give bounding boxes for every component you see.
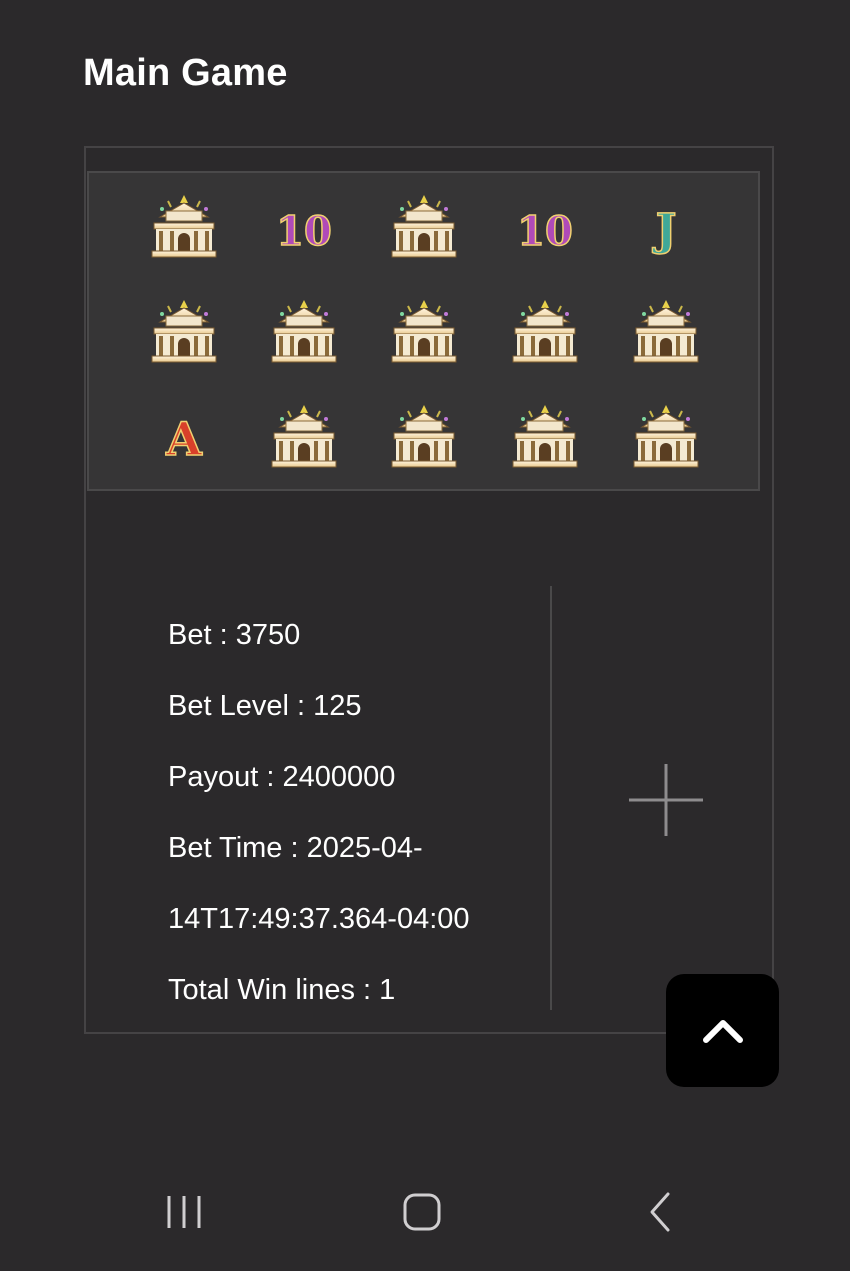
scroll-to-top-button[interactable] xyxy=(666,974,779,1087)
plus-icon xyxy=(629,764,703,836)
game-history-page: Main Game 10 10 J A Bet : 3750 Bet Level : … xyxy=(0,0,850,1271)
bet-time-continued: 14T17:49:37.364-04:00 xyxy=(168,903,470,935)
temple-icon xyxy=(391,405,457,468)
svg-text:A: A xyxy=(165,412,203,466)
back-icon xyxy=(650,1192,670,1232)
reel-symbol: 10 xyxy=(259,182,349,272)
bet-level: Bet Level : 125 xyxy=(168,690,362,722)
vertical-divider xyxy=(550,586,552,1010)
reel-symbol xyxy=(500,287,590,377)
reel-symbol xyxy=(500,392,590,482)
bet-details: Bet : 3750 Bet Level : 125 Payout : 2400… xyxy=(168,600,470,1026)
reel-symbol xyxy=(379,392,469,482)
temple-icon xyxy=(633,300,699,363)
home-icon xyxy=(403,1193,441,1231)
reel-symbol xyxy=(621,287,711,377)
recents-button[interactable] xyxy=(162,1190,206,1239)
reel-grid: 10 10 J A xyxy=(87,171,760,491)
ten-icon: 10 xyxy=(516,207,573,256)
back-button[interactable] xyxy=(640,1190,684,1239)
total-win-lines: Total Win lines : 1 xyxy=(168,974,396,1006)
reel-symbol xyxy=(379,287,469,377)
bet-time: Bet Time : 2025-04- xyxy=(168,832,423,864)
reel-symbol xyxy=(139,182,229,272)
svg-text:10: 10 xyxy=(517,208,573,255)
chevron-up-icon xyxy=(702,1019,743,1043)
ten-icon: 10 xyxy=(275,207,332,256)
temple-icon xyxy=(512,300,578,363)
temple-icon xyxy=(271,405,337,468)
svg-text:10: 10 xyxy=(276,208,332,255)
system-navigation-bar xyxy=(0,1160,850,1271)
recents-icon xyxy=(167,1196,201,1228)
home-button[interactable] xyxy=(400,1190,444,1239)
expand-button[interactable] xyxy=(626,760,706,840)
temple-icon xyxy=(512,405,578,468)
bet-amount: Bet : 3750 xyxy=(168,619,301,651)
page-title: Main Game xyxy=(83,52,288,94)
reel-symbol xyxy=(259,392,349,482)
reel-symbol: 10 xyxy=(500,182,590,272)
temple-icon xyxy=(151,300,217,363)
reel-symbol xyxy=(139,287,229,377)
ace-icon: A xyxy=(164,411,204,467)
reel-symbol xyxy=(379,182,469,272)
temple-icon xyxy=(151,195,217,258)
temple-icon xyxy=(271,300,337,363)
payout: Payout : 2400000 xyxy=(168,761,396,793)
temple-icon xyxy=(633,405,699,468)
reel-symbol xyxy=(259,287,349,377)
reel-symbol: A xyxy=(139,392,229,482)
reel-symbol: J xyxy=(621,182,711,272)
temple-icon xyxy=(391,195,457,258)
temple-icon xyxy=(391,300,457,363)
svg-text:J: J xyxy=(652,205,677,256)
reel-symbol xyxy=(621,392,711,482)
jack-icon: J xyxy=(651,204,677,257)
